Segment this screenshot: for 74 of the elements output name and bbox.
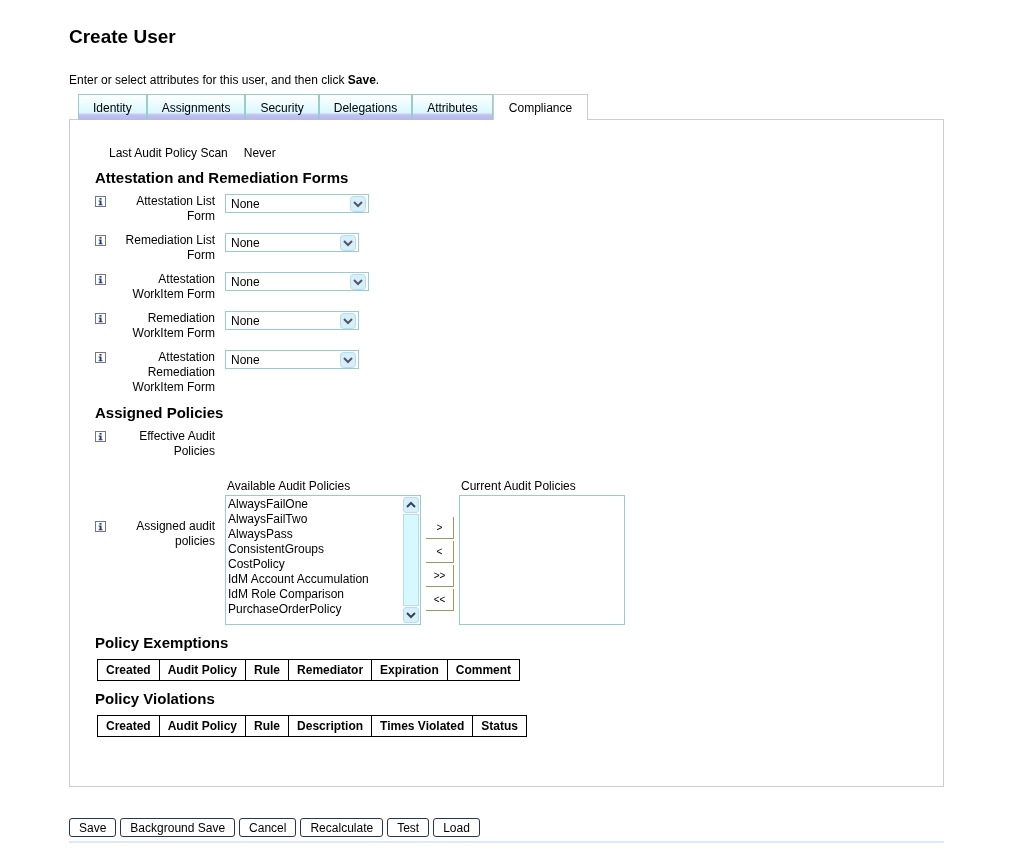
info-icon[interactable] bbox=[95, 431, 106, 442]
info-icon[interactable] bbox=[95, 521, 106, 532]
field-label: Attestation List Form bbox=[135, 194, 215, 224]
action-button[interactable]: Load bbox=[433, 818, 480, 837]
list-heading: Current Audit Policies bbox=[461, 479, 577, 493]
tab[interactable]: Identity bbox=[78, 94, 147, 120]
page-title: Create User bbox=[69, 26, 177, 48]
field-label: Effective Audit Policies bbox=[138, 429, 215, 459]
column-header: Comment bbox=[447, 659, 520, 681]
dropdown[interactable]: None bbox=[225, 194, 369, 213]
field-value: Never bbox=[243, 146, 276, 160]
field-label: Attestation WorkItem Form bbox=[131, 272, 215, 302]
section-heading: Policy Exemptions bbox=[95, 634, 230, 651]
field-label: Attestation Remediation WorkItem Form bbox=[131, 350, 215, 395]
available-list[interactable]: AlwaysFailOne AlwaysFailTwo AlwaysPass ConsistentGroups CostPolicy IdM Account Accumulation IdM Role Comparison PurchaseOrderPolicy bbox=[225, 495, 421, 625]
tab[interactable]: Attributes bbox=[412, 94, 493, 120]
column-header: Rule bbox=[245, 659, 289, 681]
column-header: Audit Policy bbox=[159, 715, 246, 737]
section-heading: Assigned Policies bbox=[95, 404, 225, 421]
info-icon[interactable] bbox=[95, 313, 106, 324]
list-item[interactable]: AlwaysFailTwo bbox=[228, 512, 400, 527]
info-icon[interactable] bbox=[95, 274, 106, 285]
section-heading: Policy Violations bbox=[95, 690, 216, 707]
action-button[interactable]: Cancel bbox=[239, 818, 297, 837]
chevron-down-icon[interactable] bbox=[406, 611, 416, 619]
action-button[interactable]: Recalculate bbox=[300, 818, 384, 837]
action-button[interactable]: Save bbox=[69, 818, 117, 837]
column-header: Remediator bbox=[288, 659, 372, 681]
tab[interactable]: Assignments bbox=[146, 94, 246, 120]
list-item[interactable]: IdM Role Comparison bbox=[228, 587, 400, 602]
move-button[interactable]: > bbox=[426, 517, 454, 539]
chevron-down-icon bbox=[350, 195, 366, 212]
dropdown[interactable]: None bbox=[225, 233, 359, 252]
info-icon[interactable] bbox=[95, 352, 106, 363]
info-icon[interactable] bbox=[95, 196, 106, 207]
move-button[interactable]: << bbox=[426, 589, 454, 611]
action-button[interactable]: Background Save bbox=[120, 818, 236, 837]
column-header: Created bbox=[97, 715, 160, 737]
list-heading: Available Audit Policies bbox=[227, 479, 352, 493]
chevron-down-icon bbox=[340, 234, 356, 251]
field-label: Last Audit Policy Scan bbox=[109, 146, 228, 160]
field-label: Assigned audit policies bbox=[135, 519, 215, 549]
scrollbar[interactable] bbox=[402, 496, 420, 624]
tab[interactable]: Security bbox=[245, 94, 319, 120]
move-button[interactable]: >> bbox=[426, 565, 454, 587]
column-header: Times Violated bbox=[371, 715, 473, 737]
chevron-down-icon bbox=[340, 351, 356, 368]
info-icon[interactable] bbox=[95, 235, 106, 246]
dropdown[interactable]: None bbox=[225, 272, 369, 291]
list-item[interactable]: AlwaysPass bbox=[228, 527, 400, 542]
chevron-down-icon bbox=[340, 312, 356, 329]
list-item[interactable]: ConsistentGroups bbox=[228, 542, 400, 557]
section-heading: Attestation and Remediation Forms bbox=[95, 169, 350, 186]
tab[interactable]: Compliance bbox=[492, 94, 589, 120]
dropdown[interactable]: None bbox=[225, 311, 359, 330]
instruction-text: Enter or select attributes for this user, and then click Save. bbox=[69, 73, 381, 87]
column-header: Audit Policy bbox=[159, 659, 246, 681]
action-button[interactable]: Test bbox=[387, 818, 430, 837]
list-item[interactable]: CostPolicy bbox=[228, 557, 400, 572]
column-header: Description bbox=[288, 715, 372, 737]
tab[interactable]: Delegations bbox=[318, 94, 413, 120]
column-header: Rule bbox=[245, 715, 289, 737]
chevron-up-icon[interactable] bbox=[406, 501, 416, 509]
column-header: Created bbox=[97, 659, 160, 681]
column-header: Expiration bbox=[371, 659, 448, 681]
list-item[interactable]: AlwaysFailOne bbox=[228, 497, 400, 512]
column-header: Status bbox=[472, 715, 527, 737]
chevron-down-icon bbox=[350, 273, 366, 290]
dropdown[interactable]: None bbox=[225, 350, 359, 369]
move-button[interactable]: < bbox=[426, 541, 454, 563]
list-item[interactable]: PurchaseOrderPolicy bbox=[228, 602, 400, 617]
field-label: Remediation WorkItem Form bbox=[131, 311, 215, 341]
list-item[interactable]: IdM Account Accumulation bbox=[228, 572, 400, 587]
field-label: Remediation List Form bbox=[124, 233, 215, 263]
